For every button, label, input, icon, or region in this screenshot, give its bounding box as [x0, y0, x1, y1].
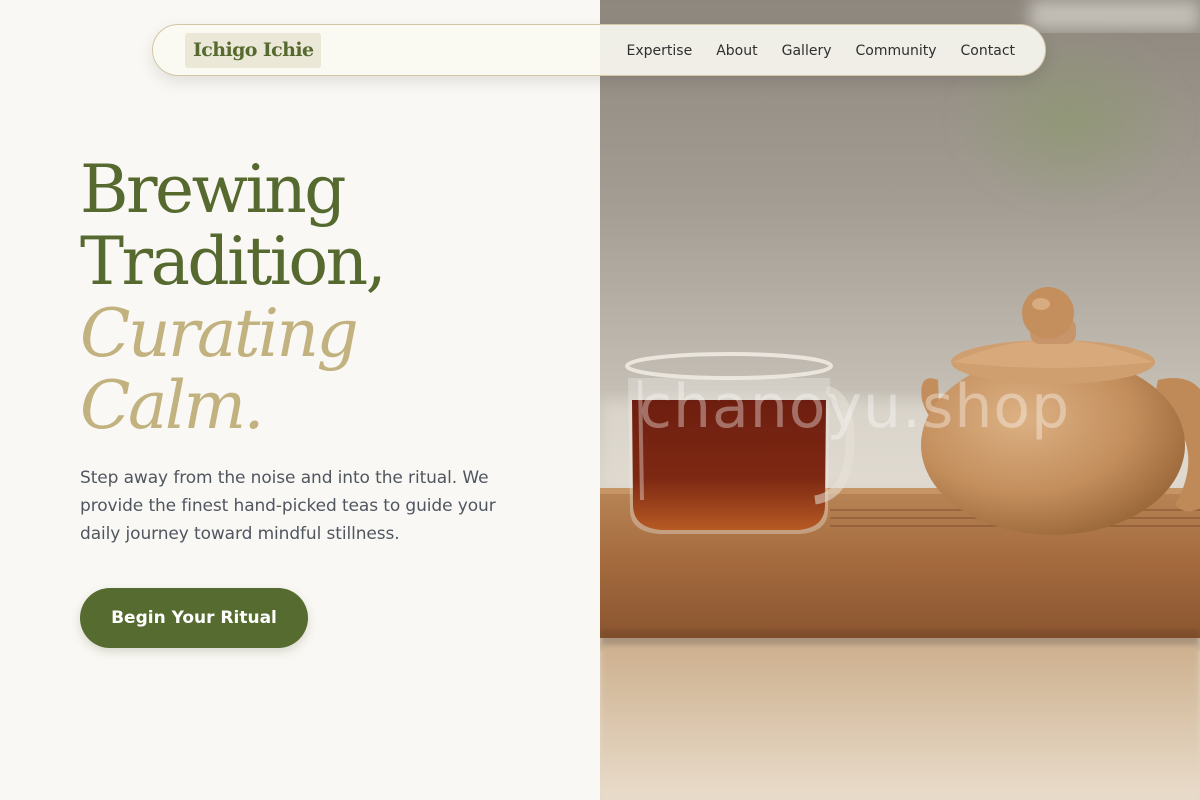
- top-navbar: Ichigo Ichie Expertise About Gallery Com…: [152, 24, 1046, 76]
- hero-description: Step away from the noise and into the ri…: [80, 468, 496, 544]
- nav-links: Expertise About Gallery Community Contac…: [627, 25, 1015, 77]
- tea-scene-illustration: [600, 0, 1200, 800]
- hero-title-line: Brewing: [80, 151, 346, 228]
- hero-title-accent-line: Calm.: [80, 367, 265, 444]
- nav-link-community[interactable]: Community: [856, 43, 937, 59]
- nav-link-contact[interactable]: Contact: [961, 43, 1015, 59]
- landing-page: Brewing Tradition, Curating Calm. Step a…: [0, 0, 1200, 800]
- hero-title-line: Tradition,: [80, 223, 387, 300]
- hero-image: chanoyu.shop: [600, 0, 1200, 800]
- begin-ritual-button[interactable]: Begin Your Ritual: [80, 588, 308, 648]
- nav-link-about[interactable]: About: [716, 43, 757, 59]
- hero-title: Brewing Tradition, Curating Calm.: [80, 151, 387, 444]
- hero-title-accent-line: Curating: [80, 295, 359, 372]
- glass-teacup: [625, 352, 855, 534]
- brand-logo[interactable]: Ichigo Ichie: [185, 33, 322, 68]
- hero-text-panel: Brewing Tradition, Curating Calm. Step a…: [0, 0, 600, 800]
- nav-link-gallery[interactable]: Gallery: [782, 43, 832, 59]
- nav-link-expertise[interactable]: Expertise: [627, 43, 693, 59]
